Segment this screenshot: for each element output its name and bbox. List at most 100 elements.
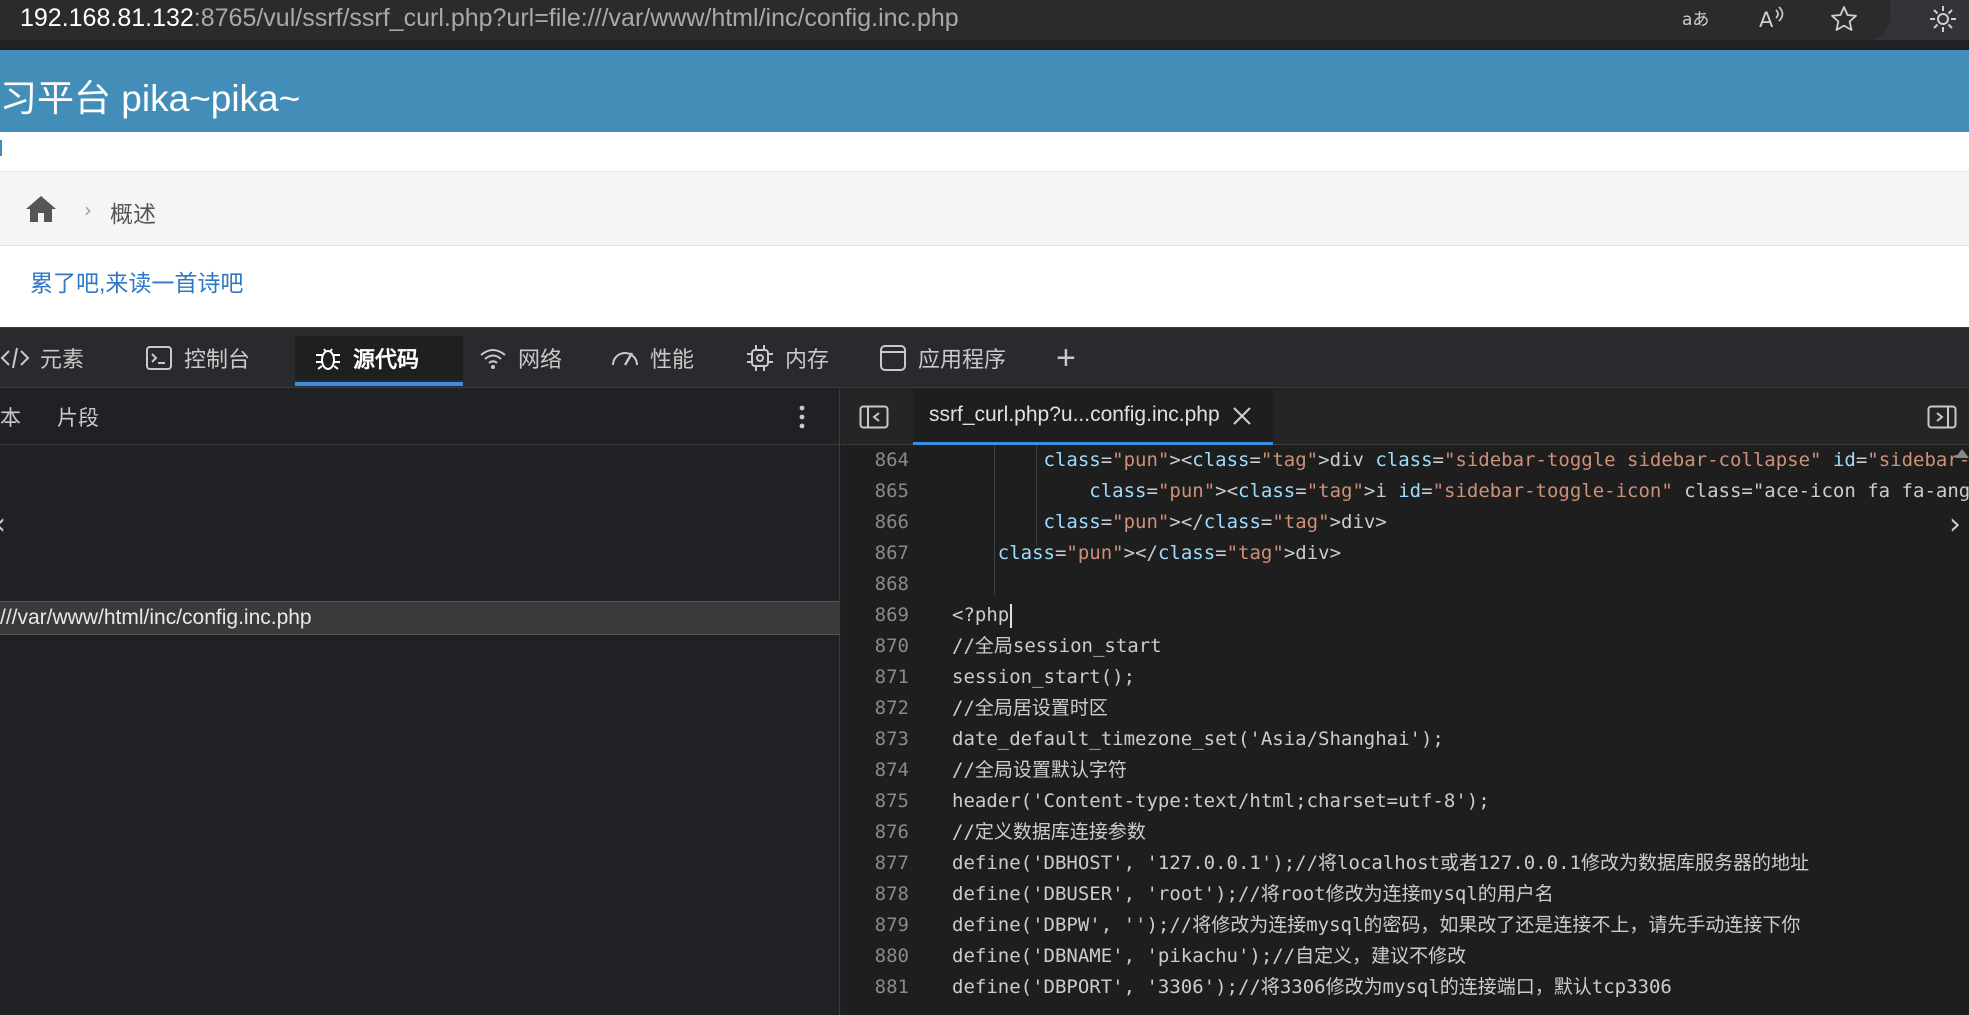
code-text: class="pun"></class="tag">div> — [1043, 511, 1387, 533]
tab-sources[interactable]: 源代码 — [295, 336, 463, 386]
read-aloud-icon[interactable]: A — [1756, 4, 1786, 34]
home-icon[interactable] — [24, 194, 58, 224]
line-number[interactable]: 870 — [841, 631, 909, 662]
sources-navigator: 本 片段 ‹ ///var/www/html/inc/config.inc.ph… — [0, 389, 840, 1015]
line-number[interactable]: 880 — [841, 941, 909, 972]
tab-label: 内存 — [785, 347, 830, 372]
code-line: 869 <?php — [841, 600, 1969, 631]
code-line: 881 define('DBPORT', '3306');//将3306修改为my… — [841, 972, 1969, 1003]
code-line: 872 //全局居设置时区 — [841, 693, 1969, 724]
gauge-icon — [612, 352, 638, 366]
chip-icon — [747, 345, 773, 371]
code-line: 876 //定义数据库连接参数 — [841, 817, 1969, 848]
code-line: 880 define('DBNAME', 'pikachu');//自定义，建议不… — [841, 941, 1969, 972]
code-line: 879 define('DBPW', '');//将修改为连接mysql的密码，如… — [841, 910, 1969, 941]
more-options-icon[interactable] — [790, 401, 814, 433]
code-text: define('DBNAME', 'pikachu');//自定义，建议不修改 — [952, 945, 1467, 967]
line-number[interactable]: 864 — [841, 445, 909, 476]
code-line: 877 define('DBHOST', '127.0.0.1');//将loca… — [841, 848, 1969, 879]
tab-elements[interactable]: 元素 — [0, 336, 84, 380]
indent-guide — [1036, 445, 1037, 545]
line-number[interactable]: 877 — [841, 848, 909, 879]
tab-label: 性能 — [650, 347, 695, 372]
code-text: define('DBPW', '');//将修改为连接mysql的密码，如果改了… — [952, 914, 1801, 936]
navigator-tab-page[interactable]: 本 — [0, 402, 21, 432]
add-tab-label: + — [1056, 338, 1076, 377]
url-path: :8765/vul/ssrf/ssrf_curl.php?url=file://… — [193, 4, 959, 32]
devtools-tab-bar: 元素 控制台 源代码 网络 性能 内存 应用程序 + — [0, 328, 1969, 388]
url-host: 192.168.81.132 — [20, 4, 194, 32]
breadcrumb-separator: › — [84, 198, 92, 222]
line-number[interactable]: 874 — [841, 755, 909, 786]
toggle-debugger-icon[interactable] — [1927, 405, 1957, 429]
code-text: //全局session_start — [952, 635, 1162, 657]
toggle-navigator-icon[interactable] — [859, 405, 889, 429]
tab-application[interactable]: 应用程序 — [878, 336, 1006, 380]
line-number[interactable]: 879 — [841, 910, 909, 941]
poem-link[interactable]: 累了吧,来读一首诗吧 — [30, 264, 243, 298]
line-number[interactable]: 878 — [841, 879, 909, 910]
tab-memory[interactable]: 内存 — [745, 336, 829, 380]
navigator-tab-snippets[interactable]: 片段 — [57, 402, 99, 432]
breadcrumb-current: 概述 — [110, 201, 156, 227]
browser-toolbar: 192.168.81.132:8765/vul/ssrf/ssrf_curl.p… — [0, 0, 1969, 40]
code-brackets-icon — [0, 347, 30, 369]
url-text[interactable]: 192.168.81.132:8765/vul/ssrf/ssrf_curl.p… — [20, 2, 959, 34]
line-number[interactable]: 876 — [841, 817, 909, 848]
code-line: 878 define('DBUSER', 'root');//将root修改为连接… — [841, 879, 1969, 910]
line-number[interactable]: 867 — [841, 538, 909, 569]
code-area[interactable]: 864 class="pun"><class="tag">div class="… — [841, 445, 1969, 1015]
line-number[interactable]: 865 — [841, 476, 909, 507]
code-text: class="pun"></class="tag">div> — [997, 542, 1342, 564]
tab-label: 应用程序 — [918, 347, 1007, 372]
line-number[interactable]: 871 — [841, 662, 909, 693]
collapse-chevron-icon[interactable]: ‹ — [0, 507, 6, 542]
settings-extension-icon[interactable] — [1928, 4, 1958, 34]
line-number[interactable]: 869 — [841, 600, 909, 631]
breadcrumb: › 概述 — [0, 171, 1969, 246]
tab-performance[interactable]: 性能 — [610, 336, 694, 380]
code-line: 867 class="pun"></class="tag">div> — [841, 538, 1969, 569]
tab-label: 控制台 — [184, 347, 251, 372]
wifi-icon — [480, 349, 506, 369]
line-number[interactable]: 873 — [841, 724, 909, 755]
tab-label: 元素 — [40, 347, 85, 372]
close-icon[interactable] — [1231, 405, 1253, 427]
site-title[interactable]: 习平台 pika~pika~ — [0, 68, 300, 122]
expand-chevron-icon[interactable]: › — [1949, 507, 1961, 542]
code-text: session_start(); — [952, 666, 1136, 688]
add-tab-button[interactable]: + — [1056, 336, 1076, 380]
source-editor: ssrf_curl.php?u...config.inc.php 864 cla… — [841, 389, 1969, 1015]
app-window-icon — [880, 345, 906, 371]
line-number[interactable]: 881 — [841, 972, 909, 1003]
tab-network[interactable]: 网络 — [478, 336, 562, 380]
code-line: 865 class="pun"><class="tag">i id="sideb… — [841, 476, 1969, 507]
line-number[interactable]: 868 — [841, 569, 909, 600]
address-bar[interactable]: 192.168.81.132:8765/vul/ssrf/ssrf_curl.p… — [0, 0, 1890, 40]
code-line: 868 — [841, 569, 1969, 600]
site-header: 习平台 pika~pika~ — [0, 50, 1969, 132]
code-line: 875 header('Content-type:text/html;charse… — [841, 786, 1969, 817]
console-icon — [146, 346, 172, 370]
code-text: define('DBHOST', '127.0.0.1');//将localho… — [952, 852, 1809, 874]
code-text: class="pun"><class="tag">div class="side… — [1043, 449, 1969, 471]
line-number[interactable]: 872 — [841, 693, 909, 724]
line-number[interactable]: 875 — [841, 786, 909, 817]
svg-text:aあ: aあ — [1682, 10, 1709, 30]
favorite-star-icon[interactable] — [1829, 4, 1859, 34]
code-text: class="pun"><class="tag">i id="sidebar-t… — [1089, 480, 1969, 502]
tab-label: 源代码 — [353, 347, 420, 372]
code-line: 873 date_default_timezone_set('Asia/Shang… — [841, 724, 1969, 755]
line-number[interactable]: 866 — [841, 507, 909, 538]
text-caret — [1010, 604, 1012, 628]
read-aloud-translate-icon[interactable]: aあ — [1680, 4, 1710, 34]
partial-menu-marker — [0, 140, 2, 156]
code-line: 866 class="pun"></class="tag">div> — [841, 507, 1969, 538]
scroll-up-arrow[interactable] — [1955, 449, 1969, 458]
code-line: 874 //全局设置默认字符 — [841, 755, 1969, 786]
devtools-panel: 元素 控制台 源代码 网络 性能 内存 应用程序 + 本 片段 ///var/w… — [0, 327, 1969, 1015]
navigator-file-item[interactable]: ///var/www/html/inc/config.inc.php — [0, 601, 840, 635]
tab-console[interactable]: 控制台 — [144, 336, 250, 380]
file-tab-label: ssrf_curl.php?u...config.inc.php — [929, 403, 1220, 426]
editor-file-tab[interactable]: ssrf_curl.php?u...config.inc.php — [913, 389, 1273, 445]
